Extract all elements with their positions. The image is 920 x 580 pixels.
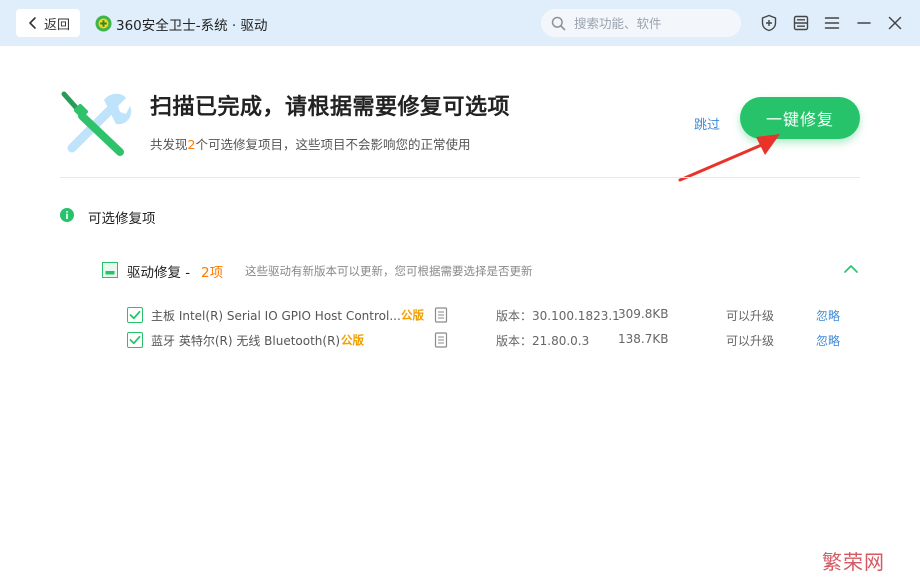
driver-status: 可以升级 <box>726 334 775 348</box>
group-title: 驱动修复 - <box>127 261 194 281</box>
driver-version: 版本：30.100.1823.1 <box>496 309 620 323</box>
document-icon[interactable] <box>434 307 448 323</box>
driver-size: 138.7KB <box>618 332 669 346</box>
scan-summary: 共发现2个可选修复项目，这些项目不会影响您的正常使用 <box>150 134 470 153</box>
driver-name: 主板 Intel(R) Serial IO GPIO Host Control.… <box>151 309 401 323</box>
summary-suffix: 个可选修复项目，这些项目不会影响您的正常使用 <box>195 137 471 152</box>
checkmark-icon <box>129 310 141 320</box>
driver-status: 可以升级 <box>726 309 775 323</box>
driver-version: 版本：21.80.0.3 <box>496 334 590 348</box>
driver-size: 309.8KB <box>618 307 669 321</box>
checkmark-icon <box>105 271 115 275</box>
back-label: 返回 <box>43 17 70 33</box>
title-bar: 返回 360安全卫士-系统 · 驱动 <box>0 0 920 46</box>
back-button[interactable]: 返回 <box>16 9 80 37</box>
checkmark-icon <box>129 335 141 345</box>
chevron-left-icon <box>29 17 36 29</box>
ignore-link[interactable]: 忽略 <box>816 332 840 349</box>
divider <box>60 177 860 178</box>
group-title-label: 驱动修复 <box>127 265 181 281</box>
search-input[interactable] <box>572 14 736 32</box>
layout-icon[interactable] <box>792 14 810 32</box>
driver-row: 主板 Intel(R) Serial IO GPIO Host Control.… <box>0 305 920 327</box>
summary-prefix: 共发现 <box>150 137 188 152</box>
group-checkbox[interactable] <box>102 262 118 278</box>
360-logo-icon <box>95 15 112 32</box>
minimize-icon[interactable] <box>855 14 873 32</box>
info-icon <box>60 208 74 222</box>
close-icon[interactable] <box>886 14 904 32</box>
shield-icon[interactable] <box>760 14 778 32</box>
app-title: 360安全卫士-系统 · 驱动 <box>116 18 268 34</box>
page-title: 扫描已完成，请根据需要修复可选项 <box>150 95 511 120</box>
row-checkbox[interactable] <box>127 332 143 348</box>
menu-icon[interactable] <box>823 14 841 32</box>
driver-badge: 公版 <box>341 333 364 347</box>
repair-tools-icon <box>61 91 132 156</box>
ignore-link[interactable]: 忽略 <box>816 307 840 324</box>
chevron-up-icon[interactable] <box>843 262 859 276</box>
document-icon[interactable] <box>434 332 448 348</box>
red-arrow-annotation-icon <box>678 134 780 182</box>
row-checkbox[interactable] <box>127 307 143 323</box>
group-description: 这些驱动有新版本可以更新，您可根据需要选择是否更新 <box>245 264 533 278</box>
search-box[interactable] <box>541 9 741 37</box>
search-icon <box>551 16 566 30</box>
driver-row: 蓝牙 英特尔(R) 无线 Bluetooth(R) 公版 版本：21.80.0.… <box>0 330 920 352</box>
driver-badge: 公版 <box>401 308 424 322</box>
driver-name: 蓝牙 英特尔(R) 无线 Bluetooth(R) <box>151 334 341 348</box>
group-title-separator: - <box>181 265 195 281</box>
group-count: 2项 <box>201 265 224 281</box>
watermark: 繁荣网 <box>822 550 885 574</box>
section-title: 可选修复项 <box>88 211 156 227</box>
